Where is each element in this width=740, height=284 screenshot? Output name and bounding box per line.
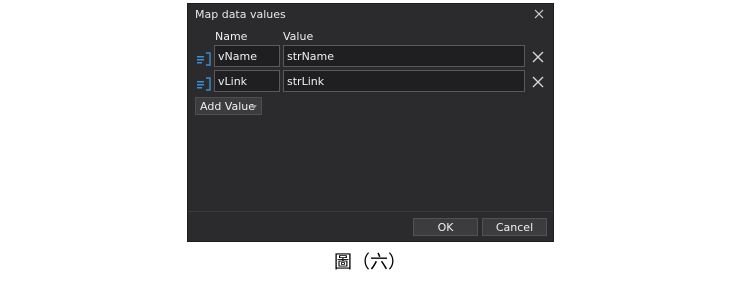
- value-field[interactable]: strLink: [283, 70, 525, 92]
- dialog-footer: OK Cancel: [188, 211, 553, 241]
- dialog-titlebar: Map data values: [188, 4, 553, 24]
- column-header-name: Name: [215, 30, 248, 43]
- close-icon[interactable]: [531, 6, 547, 22]
- column-header-value: Value: [283, 30, 314, 43]
- name-field[interactable]: vName: [214, 45, 280, 67]
- variable-icon: [196, 76, 212, 91]
- cancel-button[interactable]: Cancel: [482, 218, 547, 236]
- chevron-down-icon: [251, 105, 257, 109]
- figure-caption: 圖（六）: [334, 252, 406, 273]
- mapping-row: vLink strLink: [188, 70, 553, 94]
- remove-row-icon[interactable]: [531, 74, 545, 88]
- variable-icon: [196, 51, 212, 66]
- add-value-label: Add Value: [200, 100, 255, 113]
- remove-row-icon[interactable]: [531, 49, 545, 63]
- dialog-title: Map data values: [195, 8, 286, 21]
- mapping-row: vName strName: [188, 45, 553, 69]
- name-field[interactable]: vLink: [214, 70, 280, 92]
- add-value-button[interactable]: Add Value: [195, 97, 262, 115]
- map-data-values-dialog: Map data values Name Value vName strName: [187, 3, 554, 242]
- ok-button[interactable]: OK: [413, 218, 478, 236]
- value-field[interactable]: strName: [283, 45, 525, 67]
